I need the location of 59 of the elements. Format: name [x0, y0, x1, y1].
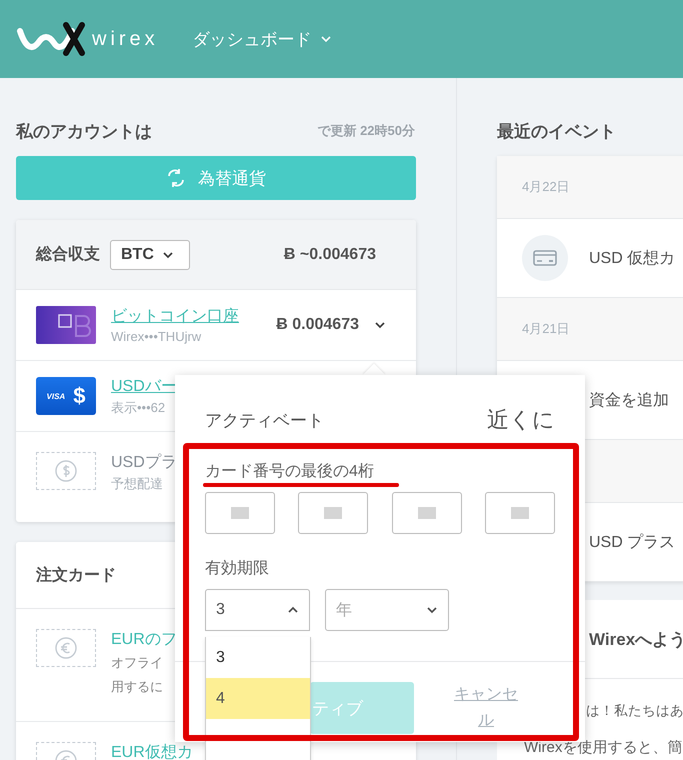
digit-field[interactable]: [484, 492, 555, 534]
total-label: 総合収支: [36, 244, 100, 265]
account-link[interactable]: ビットコイン口座: [111, 306, 239, 327]
welcome-title: Wirexへよう: [589, 628, 683, 650]
bitcoin-card-icon: [36, 306, 96, 344]
account-detail: 表示•••62: [111, 398, 166, 416]
card-link[interactable]: EUR仮想カ: [111, 742, 193, 760]
month-option[interactable]: 3: [206, 637, 310, 678]
card-brand: VISA: [46, 392, 66, 400]
exchange-button[interactable]: 為替通貨: [16, 156, 416, 200]
chevron-down-icon[interactable]: [374, 321, 386, 329]
cancel-link[interactable]: キャンセル: [450, 682, 522, 734]
total-balance: Ƀ ~0.004673: [284, 246, 376, 264]
digit-field[interactable]: [392, 492, 462, 534]
month-option[interactable]: 4: [206, 678, 310, 719]
dashboard-menu[interactable]: ダッシュボード: [192, 28, 332, 50]
card-description: オフライ: [111, 654, 164, 672]
account-name: USDプラ: [111, 452, 177, 473]
blurred-digit: [231, 507, 249, 519]
logo-icon: [16, 21, 86, 57]
exchange-icon: [166, 168, 186, 188]
credit-card-icon: [522, 235, 568, 281]
card-symbol: $: [73, 383, 86, 409]
popover-title: アクティベート: [205, 410, 324, 432]
dollar-icon: [54, 459, 78, 483]
nearby-link[interactable]: 近くに: [487, 405, 555, 435]
logo-text: wirex: [92, 28, 159, 50]
updated-time: で更新 22時50分: [317, 122, 415, 140]
year-select[interactable]: 年: [325, 589, 449, 631]
chevron-down-icon: [320, 35, 332, 43]
blurred-digit: [510, 507, 529, 519]
welcome-text: は！私たちはあ: [585, 703, 683, 719]
chevron-down-icon: [162, 250, 174, 258]
account-detail: 予想配達: [111, 475, 164, 493]
event-title[interactable]: USD プラス: [589, 532, 676, 552]
card-link[interactable]: EURのフ: [111, 629, 177, 650]
month-select[interactable]: 3: [205, 589, 310, 631]
event-title[interactable]: USD 仮想カ: [589, 248, 676, 268]
card-description: 用するに: [111, 678, 164, 696]
chevron-up-icon: [287, 606, 299, 614]
welcome-text: Wirexを使用すると、簡: [523, 740, 683, 756]
panel-title: 注文カード: [36, 565, 116, 586]
euro-icon: [54, 636, 78, 660]
section-title: 私のアカウントは: [16, 120, 152, 142]
section-title: 最近のイベント: [497, 120, 616, 142]
digit-field[interactable]: [205, 492, 275, 534]
event-date: 4月21日: [522, 320, 570, 338]
blurred-digit: [418, 507, 436, 519]
account-link[interactable]: USDバー: [111, 376, 177, 396]
account-balance: Ƀ 0.004673: [276, 316, 359, 334]
field-label: カード番号の最後の4桁: [205, 462, 375, 482]
field-label: 有効期限: [205, 558, 270, 579]
event-date: 4月22日: [522, 178, 570, 196]
event-title[interactable]: 資金を追加: [589, 390, 669, 410]
digit-field[interactable]: [298, 492, 368, 534]
currency-select[interactable]: BTC: [110, 240, 190, 270]
chevron-down-icon: [426, 606, 438, 614]
blurred-digit: [324, 507, 342, 519]
account-detail: Wirex•••THUjrw: [111, 329, 202, 344]
